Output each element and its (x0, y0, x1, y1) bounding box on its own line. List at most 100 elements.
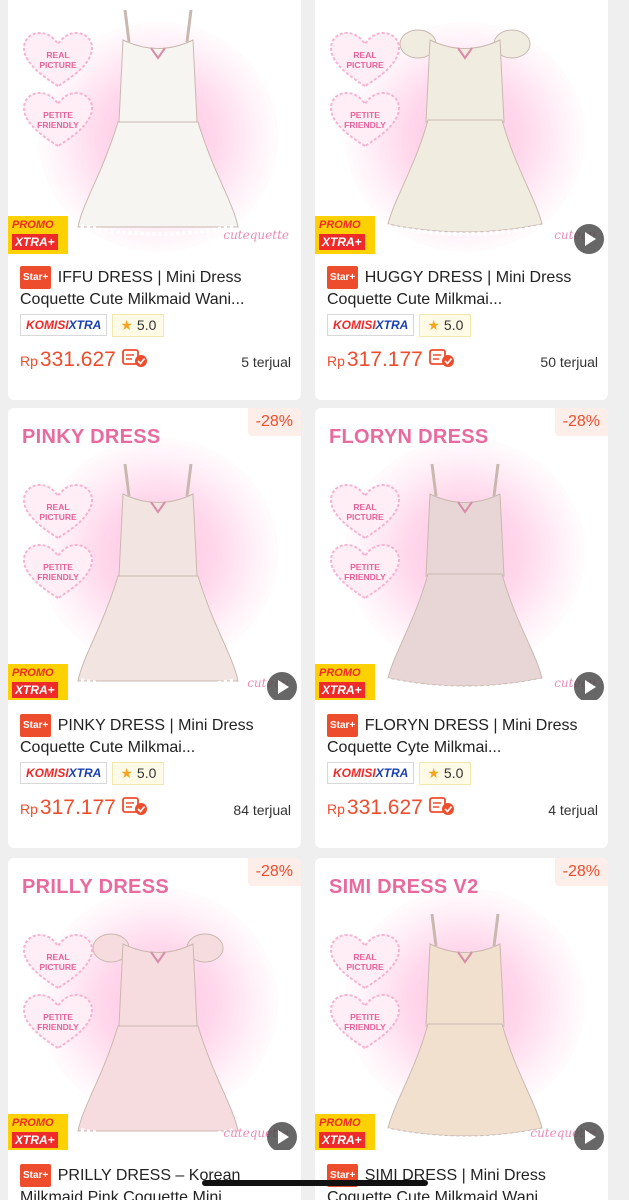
xtra-label: XTRA+ (319, 1132, 365, 1148)
price-value: 331.627 (39, 348, 116, 371)
promo-xtra-badge: PROMO XTRA+ (8, 216, 68, 254)
sold-count: 50 terjual (540, 354, 598, 370)
product-image[interactable]: PRILLY DRESS -28% REAL PICTURE PETITE FRIEN… (8, 858, 301, 1150)
komisi-xtra-badge: KOMISIXTRA (20, 314, 108, 336)
product-name[interactable]: Star+ HUGGY DRESS | Mini Dress Coquette … (327, 266, 598, 308)
tag-row: KOMISIXTRA ★ 5.0 (327, 762, 598, 786)
currency: Rp (20, 353, 38, 369)
heart-badge-icon: PETITE FRIENDLY (329, 544, 401, 600)
product-name[interactable]: Star+ FLORYN DRESS | Mini Dress Coquette… (327, 714, 598, 756)
cod-icon (121, 348, 148, 368)
product-title: IFFU DRESS | Mini Dress Coquette Cute Mi… (20, 269, 245, 308)
product-card[interactable]: PINKY DRESS -28% REAL PICTURE PETITE FRIEND… (8, 408, 301, 848)
sold-count: 4 terjual (548, 802, 598, 818)
star-plus-badge: Star+ (327, 714, 359, 737)
heart-badge-icon: REAL PICTURE (22, 32, 94, 88)
komisi-xtra-badge: KOMISIXTRA (20, 762, 108, 784)
product-price: Rp317.177 (327, 348, 423, 371)
promo-xtra-badge: PROMO XTRA+ (315, 1114, 375, 1150)
product-name[interactable]: Star+ IFFU DRESS | Mini Dress Coquette C… (20, 266, 291, 308)
heart-badge-icon: REAL PICTURE (329, 484, 401, 540)
product-name[interactable]: Star+ PINKY DRESS | Mini Dress Coquette … (20, 714, 291, 756)
tag-row: KOMISIXTRA ★ 5.0 (20, 762, 291, 786)
tag-row: KOMISIXTRA ★ 5.0 (327, 314, 598, 338)
product-title: PINKY DRESS | Mini Dress Coquette Cute M… (20, 717, 254, 756)
image-title-overlay: FLORYN DRESS (329, 426, 489, 448)
xtra-label: XTRA+ (12, 682, 58, 698)
tag-row: KOMISIXTRA ★ 5.0 (20, 314, 291, 338)
product-card[interactable]: SIMI DRESS V2 -28% REAL PICTURE PETITE FRIE… (315, 858, 608, 1200)
product-card[interactable]: FLORYN DRESS -28% REAL PICTURE PETITE FRIEN… (315, 408, 608, 848)
rating-badge: ★ 5.0 (112, 762, 165, 785)
star-plus-badge: Star+ (20, 266, 52, 289)
product-card[interactable]: REAL PICTURE PETITE FRIENDLY PROMOXTRA+ cut… (8, 0, 301, 400)
brand-watermark: cutequette (223, 228, 289, 242)
play-icon[interactable] (574, 224, 604, 254)
star-icon: ★ (427, 317, 440, 333)
rating-badge: ★ 5.0 (419, 314, 472, 337)
heart-badge-label: REAL PICTURE (346, 50, 384, 70)
heart-badge-label: REAL PICTURE (39, 502, 77, 522)
price-row: Rp317.177 50 terjual (327, 348, 598, 376)
discount-badge: -28% (554, 408, 608, 436)
heart-badge-icon: REAL PICTURE (329, 32, 401, 88)
star-icon: ★ (120, 317, 133, 333)
currency: Rp (327, 353, 345, 369)
xtra-label: XTRA+ (319, 234, 365, 250)
heart-badge-label: PETITE FRIENDLY (37, 110, 79, 130)
discount-badge: -28% (247, 858, 301, 886)
komisi-xtra-badge: KOMISIXTRA (327, 314, 415, 336)
product-image[interactable]: REAL PICTURE PETITE FRIENDLY PROMOXTRA+ cut… (8, 0, 301, 254)
heart-badge-label: REAL PICTURE (346, 952, 384, 972)
heart-badge-icon: REAL PICTURE (22, 484, 94, 540)
xtra-label: XTRA+ (12, 1132, 58, 1148)
heart-badge-label: PETITE FRIENDLY (37, 562, 79, 582)
currency: Rp (20, 801, 38, 817)
image-title-overlay: PRILLY DRESS (22, 876, 169, 898)
xtra-label: XTRA (375, 318, 409, 332)
home-indicator[interactable] (202, 1180, 428, 1186)
play-icon[interactable] (267, 672, 297, 700)
heart-badge-label: REAL PICTURE (346, 502, 384, 522)
rating-value: 5.0 (136, 765, 157, 781)
product-image[interactable]: FLORYN DRESS -28% REAL PICTURE PETITE FRIEN… (315, 408, 608, 700)
rating-badge: ★ 5.0 (112, 314, 165, 337)
play-icon[interactable] (267, 1122, 297, 1150)
cod-icon (428, 796, 455, 816)
star-icon: ★ (120, 765, 133, 781)
star-plus-badge: Star+ (327, 266, 359, 289)
play-icon[interactable] (574, 1122, 604, 1150)
image-title-overlay: SIMI DRESS V2 (329, 876, 479, 898)
heart-badge-icon: PETITE FRIENDLY (329, 92, 401, 148)
xtra-label: XTRA+ (319, 682, 365, 698)
currency: Rp (327, 801, 345, 817)
price-row: Rp331.627 4 terjual (327, 796, 598, 824)
promo-xtra-badge: PROMO XTRA+ (315, 664, 375, 700)
promo-label: PROMO (12, 1117, 54, 1129)
product-image[interactable]: REAL PICTUREPETITE FRIENDLYPROMOXTRA+cut… (315, 0, 608, 254)
rating-badge: ★ 5.0 (419, 762, 472, 785)
heart-badge-label: PETITE FRIENDLY (37, 1012, 79, 1032)
heart-badge-icon: PETITE FRIENDLY (22, 92, 94, 148)
product-card[interactable]: REAL PICTUREPETITE FRIENDLYPROMOXTRA+cut… (315, 0, 608, 400)
heart-badge-label: REAL PICTURE (39, 952, 77, 972)
promo-label: PROMO (12, 219, 54, 231)
promo-label: PROMO (12, 667, 54, 679)
komisi-label: KOMISI (26, 766, 69, 780)
sold-count: 84 terjual (233, 802, 291, 818)
product-info: Star+ PINKY DRESS | Mini Dress Coquette … (20, 714, 291, 824)
product-image[interactable]: SIMI DRESS V2 -28% REAL PICTURE PETITE FRIE… (315, 858, 608, 1150)
rating-value: 5.0 (443, 317, 464, 333)
product-image[interactable]: PINKY DRESS -28% REAL PICTURE PETITE FRIEND… (8, 408, 301, 700)
product-title: FLORYN DRESS | Mini Dress Coquette Cyte … (327, 717, 578, 756)
product-card[interactable]: PRILLY DRESS -28% REAL PICTURE PETITE FRIEN… (8, 858, 301, 1200)
xtra-label: XTRA (375, 766, 409, 780)
play-icon[interactable] (574, 672, 604, 700)
promo-label: PROMO (319, 1117, 361, 1129)
heart-badge-icon: PETITE FRIENDLY (22, 544, 94, 600)
rating-value: 5.0 (136, 317, 157, 333)
xtra-label: XTRA (68, 318, 102, 332)
price-value: 331.627 (346, 796, 423, 819)
promo-label: PROMO (319, 219, 361, 231)
star-plus-badge: Star+ (20, 1164, 52, 1187)
